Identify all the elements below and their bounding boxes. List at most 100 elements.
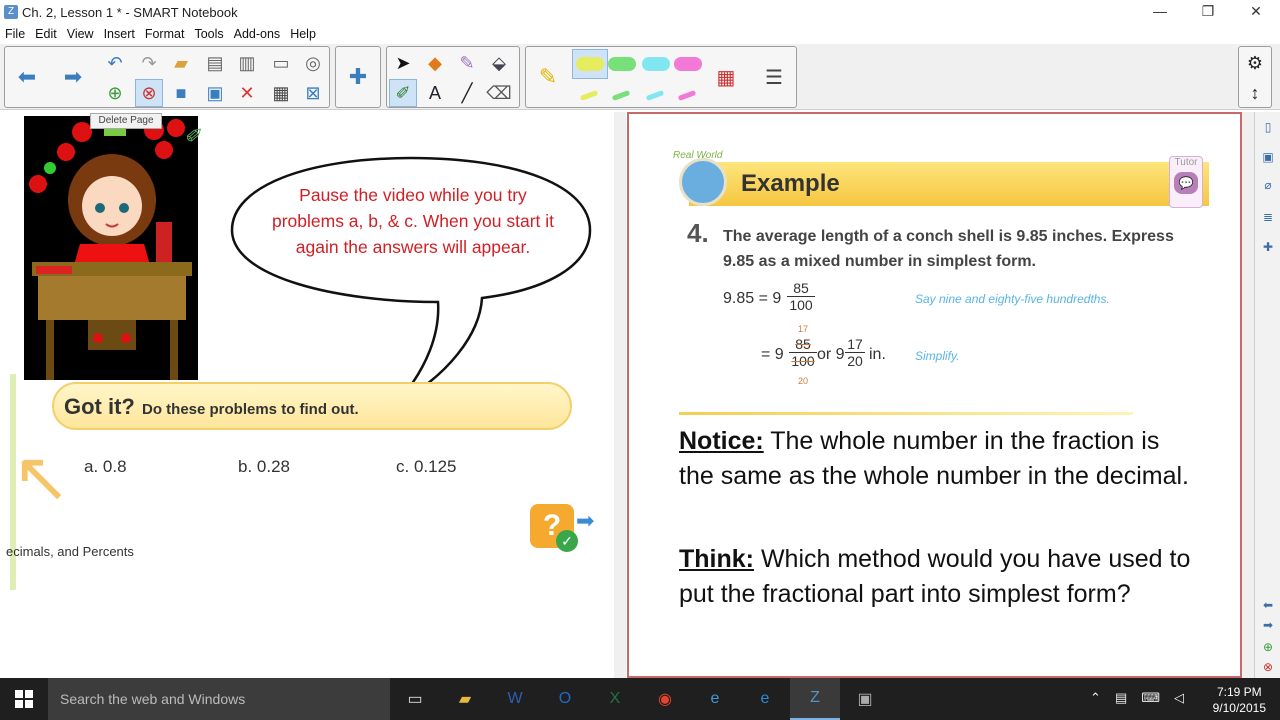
internet-explorer-icon[interactable]: e [690, 678, 740, 720]
keyboard-icon[interactable]: ⌨ [1141, 690, 1160, 706]
magic-pen-icon[interactable]: ✎ [453, 49, 481, 77]
recorder-icon[interactable]: ▣ [840, 678, 890, 720]
problem-c: c. 0.125 [396, 457, 457, 476]
search-input[interactable]: Search the web and Windows [48, 678, 390, 720]
paste-icon[interactable]: ▤ [201, 49, 229, 77]
cyan-pen-swatch[interactable] [642, 57, 670, 71]
close-button[interactable]: ✕ [1232, 0, 1280, 24]
windows-start-button[interactable] [0, 678, 48, 720]
clipboard-icon[interactable]: ▥ [233, 49, 261, 77]
got-it-subtitle: Do these problems to find out. [142, 401, 359, 418]
save-icon[interactable]: ■ [167, 79, 195, 107]
delete-page-icon[interactable]: ⊗ [135, 79, 163, 107]
addons-group: ✚ [335, 46, 381, 108]
redo-icon[interactable]: ↷ [135, 49, 163, 77]
page-sorter-icon[interactable]: ▯ [1259, 120, 1277, 138]
excel-icon[interactable]: X [590, 678, 640, 720]
back-arrow-icon[interactable]: ⬅ [13, 63, 41, 91]
open-folder-icon[interactable]: ▰ [167, 49, 195, 77]
green-pen-swatch[interactable] [608, 57, 636, 71]
file-explorer-icon[interactable]: ▰ [440, 678, 490, 720]
next-page-icon[interactable]: ➡ [1259, 618, 1277, 636]
show-hidden-icons[interactable]: ⌃ [1090, 690, 1101, 706]
menu-format[interactable]: Format [140, 27, 190, 41]
capture-icon[interactable]: ◎ [299, 49, 327, 77]
table-icon[interactable]: ▦ [267, 79, 295, 107]
outlook-icon[interactable]: O [540, 678, 590, 720]
edge-icon[interactable]: e [740, 678, 790, 720]
forward-arrow-icon[interactable]: ➡ [59, 63, 87, 91]
menu-tools[interactable]: Tools [189, 27, 228, 41]
word-icon[interactable]: W [490, 678, 540, 720]
menu-help[interactable]: Help [285, 27, 321, 41]
notice-paragraph: Notice: The whole number in the fraction… [679, 424, 1199, 494]
smart-notebook-task-icon[interactable]: Z [790, 678, 840, 720]
minimize-button[interactable]: — [1136, 0, 1184, 24]
curved-arrow-icon: ↖ [12, 438, 71, 516]
eraser-icon[interactable]: ⌫ [485, 79, 513, 107]
pink-thin-swatch[interactable] [677, 90, 697, 101]
undo-icon[interactable]: ↶ [101, 49, 129, 77]
chrome-icon[interactable]: ◉ [640, 678, 690, 720]
select-arrow-icon[interactable]: ➤ [389, 49, 417, 77]
menu-addons[interactable]: Add-ons [229, 27, 286, 41]
left-scrollbar[interactable] [614, 112, 626, 678]
cyan-thin-swatch[interactable] [645, 90, 665, 101]
delete-page-side-icon[interactable]: ⊗ [1259, 660, 1277, 678]
properties-icon[interactable]: ≣ [1259, 210, 1277, 228]
move-toolbar-icon[interactable]: ↕ [1241, 79, 1269, 107]
eq2-small-top: 17 [797, 324, 808, 334]
pens-icon[interactable]: ✐ [389, 79, 417, 107]
left-page-pane[interactable]: ✏ Pause the video while you try problems… [0, 112, 626, 678]
equation-2-note: Simplify. [915, 349, 960, 363]
tutor-label: Tutor [1174, 157, 1198, 168]
menu-view[interactable]: View [62, 27, 99, 41]
menu-insert[interactable]: Insert [99, 27, 140, 41]
addons-tab-icon[interactable]: ✚ [1259, 240, 1277, 258]
menu-file[interactable]: File [0, 27, 30, 41]
right-page-pane[interactable]: Real World Example Tutor 💬 4. The averag… [627, 112, 1242, 678]
eq1-numerator: 85 [793, 280, 809, 296]
equation-1-lhs: 9.85 = 9 [723, 290, 782, 307]
bubble-line-2: problems a, b, & c. When you start it [271, 211, 555, 231]
side-tab-bar: ▯ ▣ ⌀ ≣ ✚ ⬅ ➡ ⊕ ⊗ [1254, 112, 1280, 678]
clock-date: 9/10/2015 [1212, 701, 1266, 715]
real-world-badge: Real World [673, 150, 723, 161]
teacher-clipart [24, 116, 198, 380]
notifications-icon[interactable]: ▤ [1115, 690, 1127, 706]
line-style-icon[interactable]: ☰ [760, 63, 788, 91]
screen-shade-icon[interactable]: ▭ [267, 49, 295, 77]
volume-icon[interactable]: ◁ [1174, 690, 1184, 706]
task-view-icon[interactable]: ▭ [390, 678, 440, 720]
delete-page-tooltip: Delete Page [90, 113, 162, 129]
green-thin-swatch[interactable] [611, 90, 631, 101]
text-icon[interactable]: A [421, 79, 449, 107]
line-icon[interactable]: ╱ [453, 79, 481, 107]
delete-icon[interactable]: ✕ [233, 79, 261, 107]
taskbar: Search the web and Windows ▭ ▰ W O X ◉ e… [0, 678, 1280, 720]
shapes-icon[interactable]: ◆ [421, 49, 449, 77]
maximize-button[interactable]: ❐ [1184, 0, 1232, 24]
tutor-button[interactable]: Tutor 💬 [1169, 156, 1203, 208]
next-arrow-icon[interactable]: ➡ [576, 508, 594, 534]
attachments-icon[interactable]: ⌀ [1259, 178, 1277, 196]
prev-page-icon[interactable]: ⬅ [1259, 598, 1277, 616]
highlighter-icon[interactable]: ✎ [534, 63, 562, 91]
add-page-side-icon[interactable]: ⊕ [1259, 640, 1277, 658]
smart-notebook-icon: Z [4, 5, 18, 19]
clock[interactable]: 7:19 PM 9/10/2015 [1213, 684, 1266, 716]
gallery-icon[interactable]: ▣ [1259, 150, 1277, 168]
system-tray: ⌃ ▤ ⌨ ◁ [1090, 690, 1184, 706]
fullscreen-icon[interactable]: ⊠ [299, 79, 327, 107]
yellow-thin-swatch[interactable] [579, 90, 599, 101]
add-page-icon[interactable]: ⊕ [101, 79, 129, 107]
got-it-title: Got it? [64, 394, 135, 419]
right-scrollbar[interactable] [1242, 112, 1254, 678]
display-icon[interactable]: ▣ [201, 79, 229, 107]
gear-icon[interactable]: ⚙ [1241, 49, 1269, 77]
menu-edit[interactable]: Edit [30, 27, 62, 41]
pink-pen-swatch[interactable] [674, 57, 702, 71]
puzzle-icon[interactable]: ✚ [344, 63, 372, 91]
fill-icon[interactable]: ⬙ [485, 49, 513, 77]
color-palette-icon[interactable]: ▦ [712, 63, 740, 91]
